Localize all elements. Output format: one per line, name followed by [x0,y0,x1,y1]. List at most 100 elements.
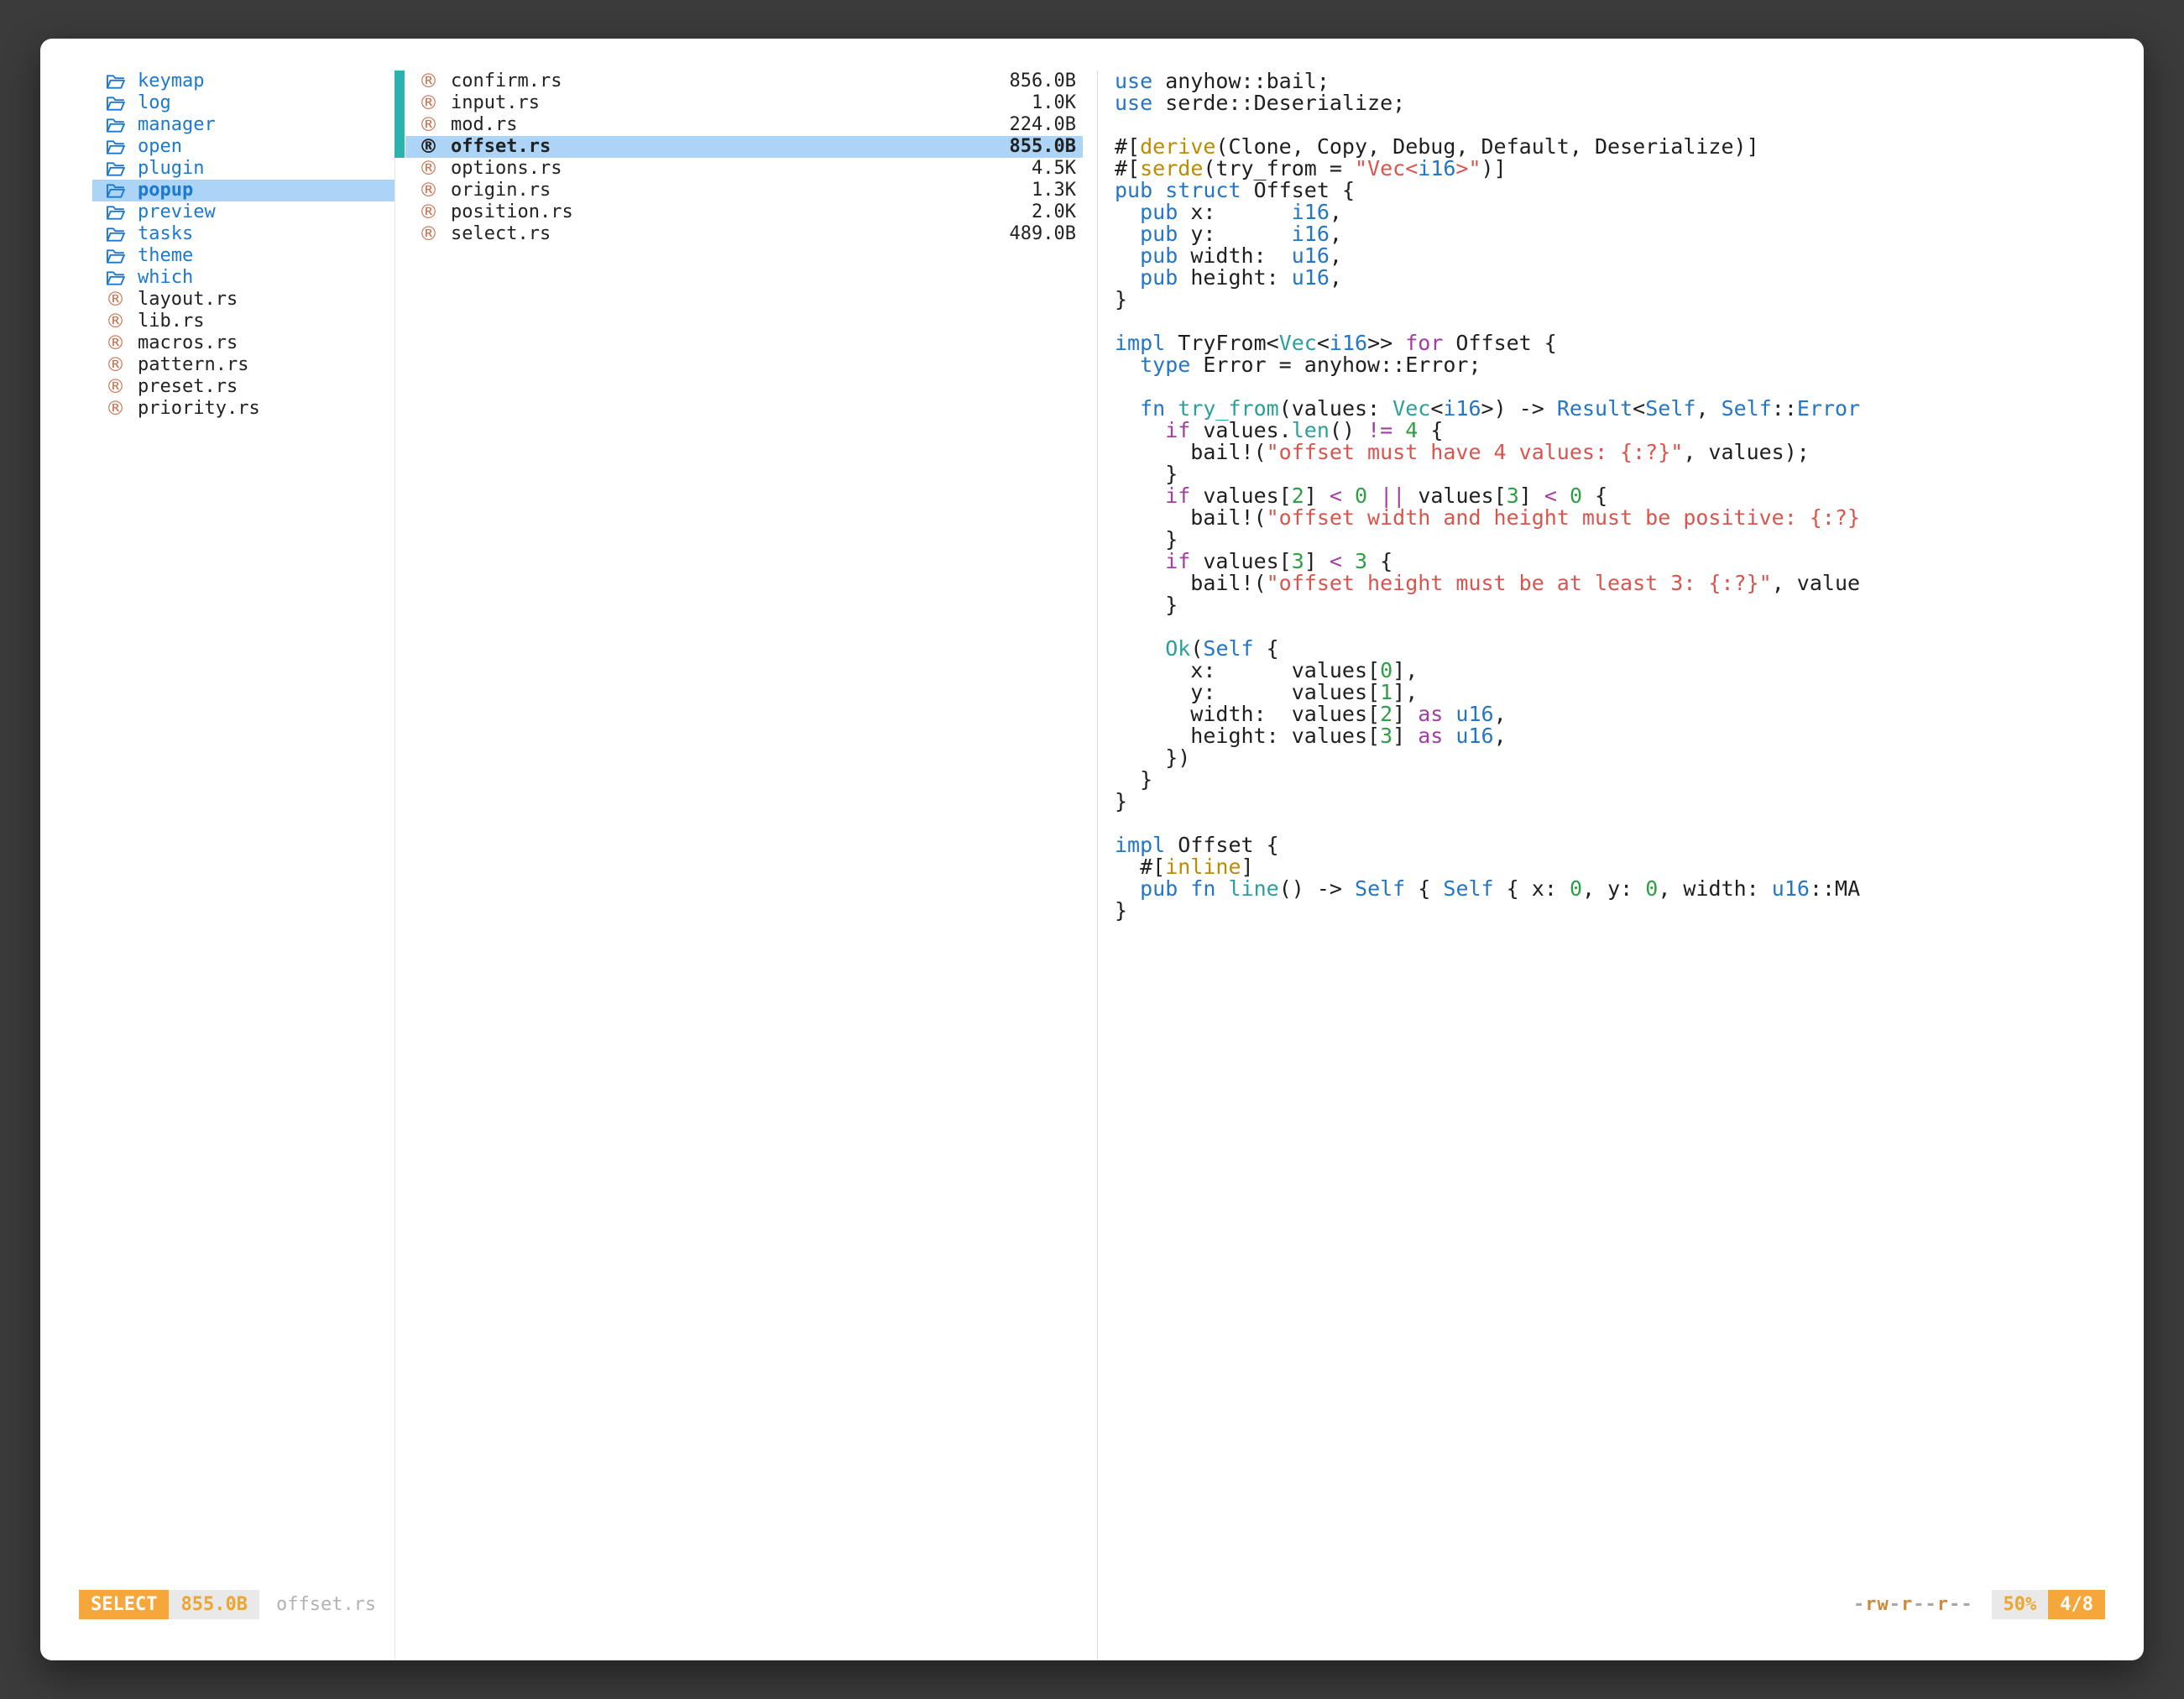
file-row-select.rs[interactable]: ®select.rs489.0B [405,223,1083,245]
code-line: y: values[1], [1115,682,2144,703]
code-line: #[derive(Clone, Copy, Debug, Default, De… [1115,136,2144,158]
sidebar-file-pattern.rs[interactable]: ®pattern.rs [92,354,394,376]
code-line: } [1115,791,2144,813]
folder-icon [106,182,138,200]
status-bar: SELECT 855.0B offset.rs -rw-r--r-- 50% 4… [79,1588,2105,1620]
sidebar-file-layout.rs[interactable]: ®layout.rs [92,289,394,311]
item-label: which [138,267,193,289]
sidebar-folder-preview[interactable]: preview [92,201,394,223]
code-line: #[inline] [1115,856,2144,878]
list-scrollbar[interactable] [394,71,405,158]
rust-file-icon: ® [419,225,451,244]
code-line [1115,376,2144,398]
rust-file-icon: ® [106,334,138,353]
item-label: tasks [138,223,193,245]
scroll-percent-badge: 50% [1992,1590,2049,1619]
item-label: plugin [138,158,204,180]
sidebar-file-priority.rs[interactable]: ®priority.rs [92,398,394,420]
code-line [1115,813,2144,834]
code-line: if values.len() != 4 { [1115,420,2144,442]
item-label: layout.rs [138,289,238,311]
code-line: } [1115,463,2144,485]
file-row-origin.rs[interactable]: ®origin.rs 1.3K [405,180,1083,201]
code-line [1115,311,2144,332]
rust-file-icon: ® [106,378,138,397]
code-line: x: values[0], [1115,660,2144,682]
sidebar-file-macros.rs[interactable]: ®macros.rs [92,332,394,354]
code-line: height: values[3] as u16, [1115,725,2144,747]
code-line: pub y: i16, [1115,223,2144,245]
item-label: pattern.rs [138,354,248,376]
item-label: theme [138,245,193,267]
sidebar-folder-keymap[interactable]: keymap [92,71,394,92]
file-row-mod.rs[interactable]: ®mod.rs224.0B [405,114,1083,136]
item-label: lib.rs [138,311,204,332]
sidebar-folder-manager[interactable]: manager [92,114,394,136]
folder-icon [106,73,138,91]
sidebar-folder-popup[interactable]: popup [92,180,394,201]
rust-file-icon: ® [419,181,451,201]
code-line: } [1115,529,2144,551]
file-size-badge: 855.0B [169,1590,259,1619]
file-name-label: position.rs [451,201,573,223]
item-label: open [138,136,182,158]
file-row-input.rs[interactable]: ®input.rs1.0K [405,92,1083,114]
code-line: pub x: i16, [1115,201,2144,223]
file-name-label: select.rs [451,223,551,245]
mode-badge: SELECT [79,1590,169,1619]
code-line: type Error = anyhow::Error; [1115,354,2144,376]
rust-file-icon: ® [106,400,138,419]
rust-file-icon: ® [419,159,451,179]
folder-icon [106,139,138,156]
code-line: pub width: u16, [1115,245,2144,267]
code-line: width: values[2] as u16, [1115,703,2144,725]
parent-directory-list: keymaplogmanageropenpluginpopuppreviewta… [92,71,394,420]
rust-file-icon: ® [419,94,451,113]
file-row-confirm.rs[interactable]: ®confirm.rs856.0B [405,71,1083,92]
sidebar-folder-tasks[interactable]: tasks [92,223,394,245]
sidebar-folder-plugin[interactable]: plugin [92,158,394,180]
folder-icon [106,95,138,112]
sidebar-folder-theme[interactable]: theme [92,245,394,267]
code-line: pub struct Offset { [1115,180,2144,201]
code-line: } [1115,594,2144,616]
rust-file-icon: ® [106,312,138,332]
file-name-label: origin.rs [451,180,551,201]
folder-icon [106,269,138,287]
status-bar-right: -rw-r--r-- 50% 4/8 [1853,1590,2105,1619]
file-name-label: offset.rs [451,136,551,158]
file-row-offset.rs[interactable]: ®offset.rs855.0B [405,136,1083,158]
item-label: preview [138,201,216,223]
rust-file-icon: ® [419,116,451,135]
sidebar-folder-log[interactable]: log [92,92,394,114]
file-size-label: 1.3K [1032,180,1076,201]
sidebar-file-lib.rs[interactable]: ®lib.rs [92,311,394,332]
folder-icon [106,204,138,222]
code-line: if values[2] < 0 || values[3] < 0 { [1115,485,2144,507]
item-label: popup [138,180,193,201]
code-line: } [1115,900,2144,922]
sidebar-file-preset.rs[interactable]: ®preset.rs [92,376,394,398]
folder-icon [106,248,138,265]
folder-icon [106,160,138,178]
folder-icon [106,117,138,134]
file-size-label: 855.0B [1010,136,1076,158]
code-line: bail!("offset must have 4 values: {:?}",… [1115,442,2144,463]
rust-file-icon: ® [106,356,138,375]
rust-file-icon: ® [419,203,451,222]
code-line: } [1115,769,2144,791]
sidebar-folder-open[interactable]: open [92,136,394,158]
rust-file-icon: ® [419,72,451,91]
terminal-window-yazi: keymaplogmanageropenpluginpopuppreviewta… [40,39,2144,1660]
code-line [1115,114,2144,136]
sidebar-folder-which[interactable]: which [92,267,394,289]
current-directory-pane: ®confirm.rs856.0B®input.rs1.0K®mod.rs224… [394,71,1097,1660]
status-bar-left: SELECT 855.0B offset.rs [79,1590,376,1619]
code-line: use anyhow::bail; [1115,71,2144,92]
code-preview: use anyhow::bail;use serde::Deserialize;… [1115,71,2144,922]
item-label: priority.rs [138,398,260,420]
code-line: impl TryFrom<Vec<i16>> for Offset { [1115,332,2144,354]
item-label: keymap [138,71,204,92]
file-row-position.rs[interactable]: ®position.rs2.0K [405,201,1083,223]
file-row-options.rs[interactable]: ®options.rs4.5K [405,158,1083,180]
